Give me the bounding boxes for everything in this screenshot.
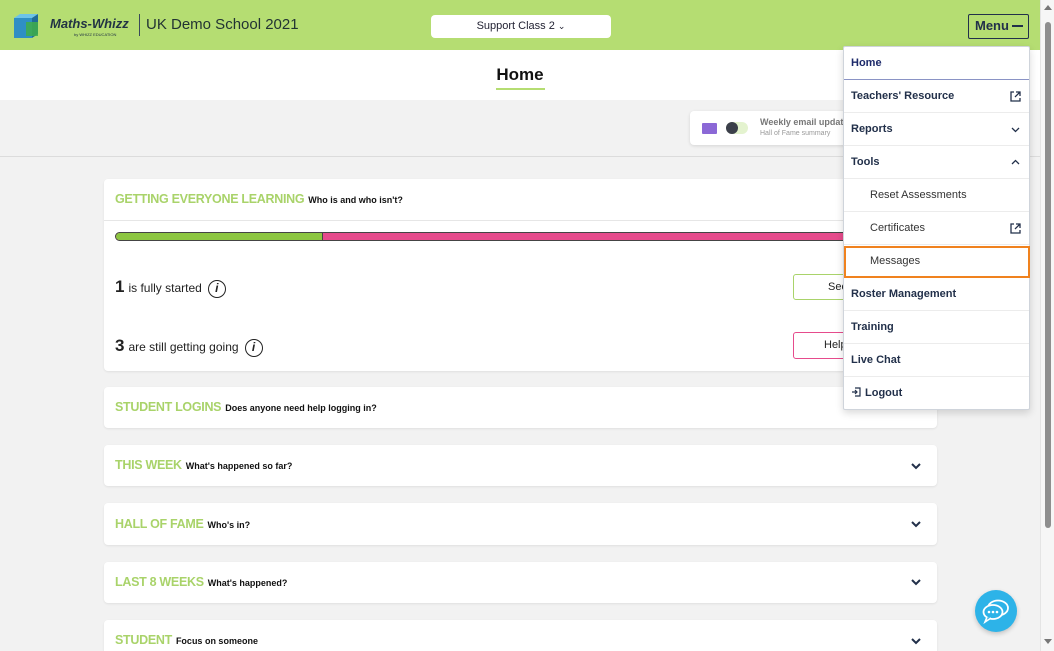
student-logins-card[interactable]: STUDENT LOGINS Does anyone need help logg…	[104, 387, 937, 428]
card-subheading: What's happened?	[207, 578, 288, 588]
card-separator	[104, 220, 937, 221]
logout-icon	[852, 387, 861, 397]
menu-item-home[interactable]: Home	[844, 47, 1029, 80]
card-heading: LAST 8 WEEKS What's happened?	[115, 575, 287, 589]
scroll-thumb[interactable]	[1045, 22, 1051, 528]
card-heading: THIS WEEK What's happened so far?	[115, 458, 292, 472]
this-week-card[interactable]: THIS WEEK What's happened so far?	[104, 445, 937, 486]
external-link-icon	[1010, 91, 1021, 102]
chevron-down-icon[interactable]	[911, 519, 921, 529]
email-updates-subtitle: Hall of Fame summary	[760, 130, 831, 137]
menu-item-teachers-resource[interactable]: Teachers' Resource	[844, 80, 1029, 113]
card-subheading: Focus on someone	[175, 636, 258, 646]
card-heading-text: STUDENT	[115, 633, 172, 647]
toggle-knob	[726, 122, 738, 134]
title-underline	[496, 88, 545, 90]
chevron-down-icon	[1011, 127, 1020, 133]
menu-item-label: Training	[851, 321, 894, 333]
still-going-stat: 3 are still getting going i	[115, 336, 263, 357]
school-name: UK Demo School 2021	[146, 16, 299, 33]
menu-item-logout[interactable]: Logout	[844, 377, 1029, 410]
top-bar: Maths-Whizz by WHIZZ EDUCATION UK Demo S…	[0, 0, 1040, 50]
learning-progress-bar	[115, 232, 855, 241]
progress-fill-started	[116, 233, 323, 240]
hall-of-fame-card[interactable]: HALL OF FAME Who's in?	[104, 503, 937, 545]
card-heading: GETTING EVERYONE LEARNING Who is and who …	[115, 192, 403, 206]
menu-item-label: Reset Assessments	[870, 189, 967, 201]
weekly-email-card: Weekly email updat Hall of Fame summary	[690, 111, 850, 145]
menu-item-reset-assessments[interactable]: Reset Assessments	[844, 179, 1029, 212]
logo-text: Maths-Whizz	[50, 16, 129, 31]
chat-icon	[982, 599, 1009, 624]
card-heading: HALL OF FAME Who's in?	[115, 517, 250, 531]
logo-divider	[139, 14, 140, 36]
envelope-icon	[702, 123, 717, 134]
menu-item-label: Roster Management	[851, 288, 957, 300]
student-card[interactable]: STUDENT Focus on someone	[104, 620, 937, 651]
menu-item-label: Live Chat	[851, 354, 901, 366]
menu-item-label: Home	[851, 57, 882, 69]
menu-item-label: Certificates	[870, 222, 926, 234]
menu-item-reports[interactable]: Reports	[844, 113, 1029, 146]
logo-cube-icon	[14, 14, 38, 38]
card-heading-text: LAST 8 WEEKS	[115, 575, 204, 589]
fully-started-label: is fully started	[128, 281, 202, 295]
scrollbar[interactable]	[1040, 0, 1054, 651]
menu-item-certificates[interactable]: Certificates	[844, 212, 1029, 245]
fully-started-stat: 1 is fully started i	[115, 277, 226, 298]
chevron-down-icon: ⌄	[557, 21, 566, 31]
scroll-up-arrow-icon[interactable]	[1044, 5, 1052, 10]
card-heading-text: STUDENT LOGINS	[115, 400, 222, 414]
last-8-weeks-card[interactable]: LAST 8 WEEKS What's happened?	[104, 562, 937, 603]
still-going-count: 3	[115, 336, 125, 355]
maths-whizz-logo[interactable]: Maths-Whizz by WHIZZ EDUCATION	[12, 12, 130, 40]
menu-item-roster-management[interactable]: Roster Management	[844, 278, 1029, 311]
card-heading: STUDENT Focus on someone	[115, 633, 258, 647]
class-select-label: Support Class 2	[476, 20, 555, 32]
menu-button[interactable]: Menu	[968, 14, 1029, 39]
card-subheading: Who's in?	[207, 520, 251, 530]
still-going-label: are still getting going	[128, 340, 239, 354]
class-select[interactable]: Support Class 2 ⌄	[431, 15, 611, 38]
menu-item-tools[interactable]: Tools	[844, 146, 1029, 179]
card-heading-text: GETTING EVERYONE LEARNING	[115, 192, 305, 206]
card-subheading: What's happened so far?	[185, 461, 293, 471]
live-chat-button[interactable]	[975, 590, 1017, 632]
messages-highlight-box	[844, 246, 1030, 278]
menu-item-live-chat[interactable]: Live Chat	[844, 344, 1029, 377]
menu-button-label: Menu	[975, 18, 1009, 33]
email-updates-title: Weekly email updat	[760, 117, 844, 127]
scroll-down-arrow-icon[interactable]	[1044, 639, 1052, 644]
info-icon[interactable]: i	[207, 279, 226, 298]
email-updates-toggle[interactable]	[726, 122, 748, 134]
menu-item-training[interactable]: Training	[844, 311, 1029, 344]
chevron-down-icon[interactable]	[911, 577, 921, 587]
menu-item-label: Logout	[865, 387, 903, 399]
external-link-icon	[1010, 223, 1021, 234]
menu-item-label: Teachers' Resource	[851, 90, 955, 102]
card-subheading: Who is and who isn't?	[308, 195, 403, 205]
card-heading: STUDENT LOGINS Does anyone need help logg…	[115, 400, 377, 414]
logo-subtext: by WHIZZ EDUCATION	[74, 32, 117, 37]
close-menu-icon	[1012, 25, 1023, 27]
chevron-down-icon[interactable]	[911, 461, 921, 471]
getting-everyone-learning-card: GETTING EVERYONE LEARNING Who is and who …	[104, 179, 937, 371]
card-heading-text: HALL OF FAME	[115, 517, 204, 531]
card-heading-text: THIS WEEK	[115, 458, 182, 472]
main-menu-dropdown: Home Teachers' Resource Reports Tools Re…	[843, 46, 1030, 410]
chevron-down-icon[interactable]	[911, 636, 921, 646]
menu-item-label: Reports	[851, 123, 893, 135]
chevron-up-icon	[1011, 159, 1020, 165]
menu-item-label: Tools	[851, 156, 880, 168]
card-subheading: Does anyone need help logging in?	[225, 403, 377, 413]
fully-started-count: 1	[115, 277, 125, 296]
info-icon[interactable]: i	[244, 338, 263, 357]
